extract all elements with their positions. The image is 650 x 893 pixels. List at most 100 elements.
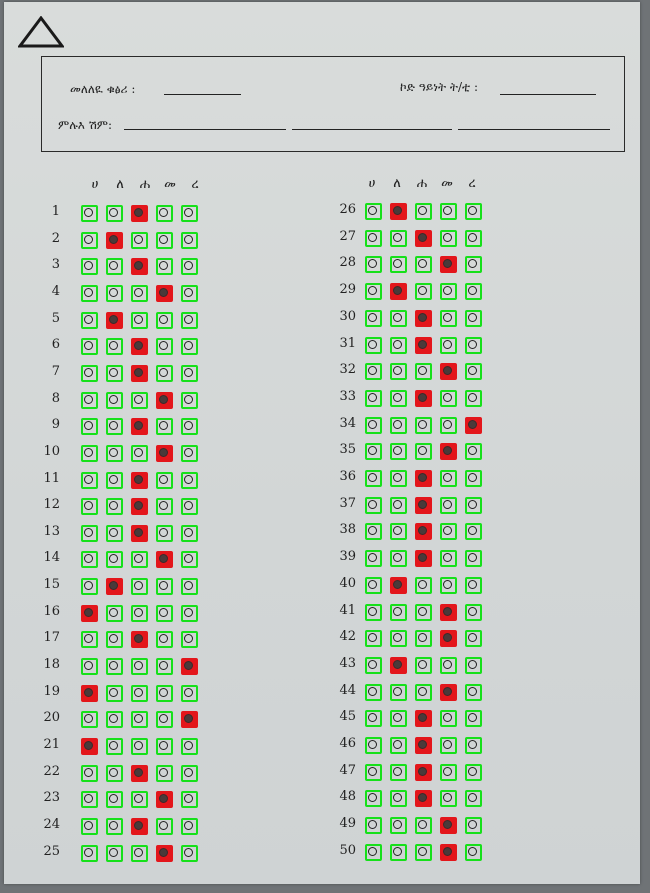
answer-bubble-q44-opt4[interactable] xyxy=(440,683,457,701)
answer-bubble-q19-opt2[interactable] xyxy=(106,684,123,702)
father-name-field[interactable] xyxy=(292,129,452,130)
answer-bubble-q9-opt2[interactable] xyxy=(106,418,123,436)
answer-bubble-q5-opt2[interactable] xyxy=(106,311,123,329)
answer-bubble-q15-opt4[interactable] xyxy=(156,578,173,596)
answer-bubble-q50-opt2[interactable] xyxy=(390,843,407,861)
answer-bubble-q48-opt5[interactable] xyxy=(465,790,482,808)
answer-bubble-q29-opt3[interactable] xyxy=(415,283,432,301)
answer-bubble-q35-opt5[interactable] xyxy=(465,443,482,461)
answer-bubble-q45-opt4[interactable] xyxy=(440,710,457,728)
answer-bubble-q44-opt1[interactable] xyxy=(365,683,382,701)
answer-bubble-q35-opt1[interactable] xyxy=(365,443,382,461)
answer-bubble-q9-opt5[interactable] xyxy=(181,418,198,436)
answer-bubble-q2-opt1[interactable] xyxy=(81,231,98,249)
answer-bubble-q39-opt4[interactable] xyxy=(440,550,457,568)
answer-bubble-q25-opt3[interactable] xyxy=(131,844,148,862)
answer-bubble-q22-opt5[interactable] xyxy=(181,764,198,782)
answer-bubble-q27-opt1[interactable] xyxy=(365,229,382,247)
answer-bubble-q13-opt2[interactable] xyxy=(106,524,123,542)
answer-bubble-q32-opt4[interactable] xyxy=(440,363,457,381)
answer-bubble-q42-opt1[interactable] xyxy=(365,630,382,648)
answer-bubble-q40-opt3[interactable] xyxy=(415,576,432,594)
answer-bubble-q17-opt4[interactable] xyxy=(156,631,173,649)
answer-bubble-q26-opt5[interactable] xyxy=(465,203,482,220)
answer-bubble-q43-opt3[interactable] xyxy=(415,656,432,674)
answer-bubble-q15-opt5[interactable] xyxy=(181,578,198,596)
answer-bubble-q48-opt2[interactable] xyxy=(390,790,407,808)
answer-bubble-q23-opt1[interactable] xyxy=(81,791,98,809)
answer-bubble-q25-opt4[interactable] xyxy=(156,844,173,862)
answer-bubble-q45-opt5[interactable] xyxy=(465,710,482,728)
answer-bubble-q28-opt3[interactable] xyxy=(415,256,432,274)
answer-bubble-q4-opt4[interactable] xyxy=(156,284,173,302)
answer-bubble-q34-opt5[interactable] xyxy=(465,416,482,434)
answer-bubble-q40-opt2[interactable] xyxy=(390,576,407,594)
answer-bubble-q19-opt4[interactable] xyxy=(156,684,173,702)
answer-bubble-q23-opt5[interactable] xyxy=(181,791,198,809)
answer-bubble-q14-opt2[interactable] xyxy=(106,551,123,569)
answer-bubble-q41-opt5[interactable] xyxy=(465,603,482,621)
answer-bubble-q25-opt2[interactable] xyxy=(106,844,123,862)
id-field[interactable] xyxy=(164,94,241,95)
answer-bubble-q13-opt5[interactable] xyxy=(181,524,198,542)
answer-bubble-q31-opt5[interactable] xyxy=(465,336,482,354)
answer-bubble-q27-opt3[interactable] xyxy=(415,229,432,247)
answer-bubble-q49-opt4[interactable] xyxy=(440,817,457,835)
answer-bubble-q18-opt1[interactable] xyxy=(81,658,98,676)
answer-bubble-q10-opt4[interactable] xyxy=(156,444,173,462)
answer-bubble-q47-opt3[interactable] xyxy=(415,763,432,781)
answer-bubble-q50-opt5[interactable] xyxy=(465,843,482,861)
answer-bubble-q49-opt1[interactable] xyxy=(365,817,382,835)
answer-bubble-q20-opt2[interactable] xyxy=(106,711,123,729)
answer-bubble-q37-opt1[interactable] xyxy=(365,496,382,514)
answer-bubble-q33-opt2[interactable] xyxy=(390,389,407,407)
answer-bubble-q26-opt4[interactable] xyxy=(440,203,457,220)
answer-bubble-q14-opt4[interactable] xyxy=(156,551,173,569)
answer-bubble-q5-opt4[interactable] xyxy=(156,311,173,329)
answer-bubble-q22-opt3[interactable] xyxy=(131,764,148,782)
answer-bubble-q41-opt1[interactable] xyxy=(365,603,382,621)
answer-bubble-q15-opt1[interactable] xyxy=(81,578,98,596)
answer-bubble-q29-opt5[interactable] xyxy=(465,283,482,301)
answer-bubble-q39-opt3[interactable] xyxy=(415,550,432,568)
answer-bubble-q44-opt3[interactable] xyxy=(415,683,432,701)
answer-bubble-q30-opt2[interactable] xyxy=(390,309,407,327)
answer-bubble-q4-opt2[interactable] xyxy=(106,284,123,302)
answer-bubble-q43-opt5[interactable] xyxy=(465,656,482,674)
answer-bubble-q38-opt4[interactable] xyxy=(440,523,457,541)
answer-bubble-q30-opt4[interactable] xyxy=(440,309,457,327)
answer-bubble-q34-opt2[interactable] xyxy=(390,416,407,434)
answer-bubble-q50-opt4[interactable] xyxy=(440,843,457,861)
answer-bubble-q12-opt1[interactable] xyxy=(81,498,98,516)
answer-bubble-q20-opt5[interactable] xyxy=(181,711,198,729)
answer-bubble-q1-opt4[interactable] xyxy=(156,205,173,222)
answer-bubble-q7-opt3[interactable] xyxy=(131,364,148,382)
answer-bubble-q44-opt5[interactable] xyxy=(465,683,482,701)
answer-bubble-q34-opt3[interactable] xyxy=(415,416,432,434)
answer-bubble-q20-opt3[interactable] xyxy=(131,711,148,729)
answer-bubble-q21-opt1[interactable] xyxy=(81,738,98,755)
answer-bubble-q1-opt1[interactable] xyxy=(81,205,98,222)
answer-bubble-q34-opt4[interactable] xyxy=(440,416,457,434)
answer-bubble-q7-opt4[interactable] xyxy=(156,364,173,382)
answer-bubble-q31-opt2[interactable] xyxy=(390,336,407,354)
answer-bubble-q17-opt3[interactable] xyxy=(131,631,148,649)
answer-bubble-q27-opt5[interactable] xyxy=(465,229,482,247)
answer-bubble-q40-opt5[interactable] xyxy=(465,576,482,594)
answer-bubble-q47-opt2[interactable] xyxy=(390,763,407,781)
answer-bubble-q49-opt3[interactable] xyxy=(415,817,432,835)
answer-bubble-q49-opt2[interactable] xyxy=(390,817,407,835)
answer-bubble-q8-opt5[interactable] xyxy=(181,391,198,409)
answer-bubble-q43-opt2[interactable] xyxy=(390,656,407,674)
answer-bubble-q9-opt4[interactable] xyxy=(156,418,173,436)
answer-bubble-q40-opt4[interactable] xyxy=(440,576,457,594)
answer-bubble-q19-opt3[interactable] xyxy=(131,684,148,702)
answer-bubble-q7-opt5[interactable] xyxy=(181,364,198,382)
answer-bubble-q20-opt1[interactable] xyxy=(81,711,98,729)
answer-bubble-q31-opt1[interactable] xyxy=(365,336,382,354)
answer-bubble-q21-opt5[interactable] xyxy=(181,738,198,755)
answer-bubble-q10-opt2[interactable] xyxy=(106,444,123,462)
answer-bubble-q24-opt3[interactable] xyxy=(131,817,148,835)
answer-bubble-q36-opt5[interactable] xyxy=(465,470,482,487)
answer-bubble-q18-opt4[interactable] xyxy=(156,658,173,676)
